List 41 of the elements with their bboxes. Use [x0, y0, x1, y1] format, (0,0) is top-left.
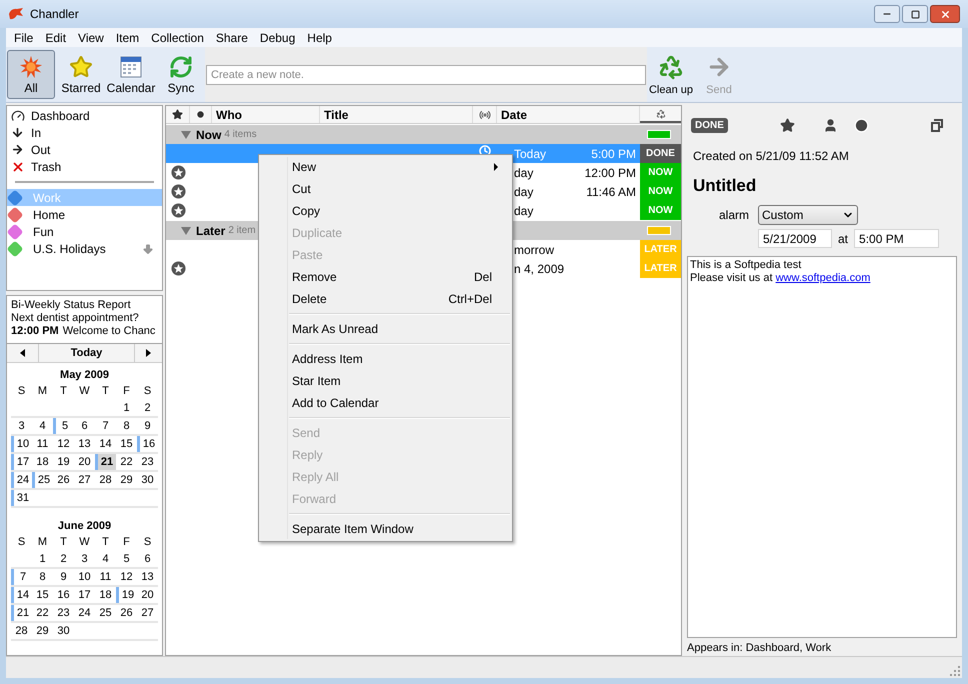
- month-title: June 2009: [56, 519, 112, 534]
- weekday-label: S: [142, 535, 152, 550]
- window-title: Chandler: [30, 6, 79, 23]
- preview-text: Welcome to Chanc: [62, 324, 156, 340]
- date-cell-text: n 4, 2009: [514, 260, 564, 278]
- alarm-label: alarm: [719, 207, 750, 224]
- time-cell-text: 5:00 PM: [591, 146, 636, 162]
- date-cell-text: Today: [514, 146, 546, 162]
- at-label: at: [838, 230, 848, 248]
- date-cell-text: morrow: [514, 242, 554, 258]
- weekday-label: T: [59, 384, 68, 399]
- note-text: Please visit us at: [690, 272, 774, 285]
- month-title: May 2009: [59, 368, 110, 383]
- weekday-label: T: [59, 535, 68, 550]
- date-cell-text: day: [514, 184, 534, 200]
- weekday-label: S: [16, 384, 26, 399]
- weekday-label: T: [101, 535, 110, 550]
- weekday-label: S: [16, 535, 26, 550]
- weekday-label: F: [122, 384, 131, 399]
- date-cell-text: day: [514, 202, 534, 220]
- weekday-label: W: [78, 535, 91, 550]
- weekday-label: W: [78, 384, 91, 399]
- created-text: Created on 5/21/09 11:52 AM: [693, 148, 850, 164]
- time-cell-text: 11:46 AM: [586, 184, 636, 200]
- section-title: Now: [196, 126, 222, 144]
- weekday-label: M: [36, 384, 48, 399]
- weekday-label: F: [122, 535, 131, 550]
- preview-time: 12:00 PM: [11, 324, 59, 340]
- time-cell-text: 12:00 PM: [584, 164, 636, 182]
- date-cell-text: day: [514, 164, 534, 182]
- preview-text: Bi-Weekly Status Report: [11, 298, 131, 313]
- section-count: 4 items: [224, 128, 257, 142]
- weekday-label: T: [101, 384, 110, 399]
- note-text: This is a Softpedia test: [690, 259, 802, 272]
- item-title: Untitled: [693, 174, 758, 196]
- weekday-label: M: [36, 535, 48, 550]
- section-count: 2 item: [228, 224, 256, 238]
- appears-in-text: Appears in: Dashboard, Work: [687, 640, 832, 656]
- section-title: Later: [196, 222, 226, 240]
- preview-text: Next dentist appointment?: [11, 311, 139, 326]
- weekday-label: S: [142, 384, 152, 399]
